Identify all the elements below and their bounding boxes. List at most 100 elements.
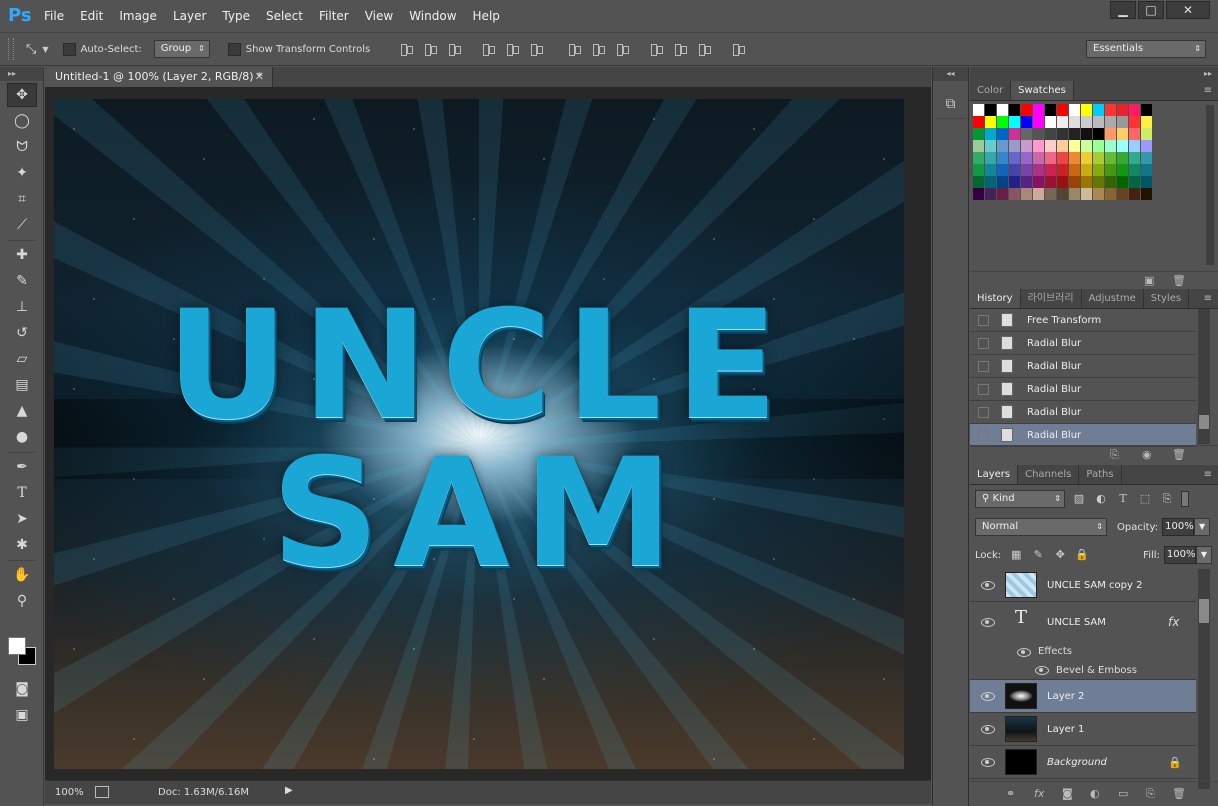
color-swatch[interactable] (1057, 152, 1069, 164)
history-brush-tool-icon[interactable]: ↺ (7, 321, 37, 345)
color-swatch[interactable] (1129, 164, 1141, 176)
workspace-dropdown[interactable]: Essentials ⇕ (1086, 40, 1206, 58)
color-swatch[interactable] (997, 188, 1009, 200)
menu-image[interactable]: Image (111, 0, 165, 32)
link-layers-icon[interactable]: ⚭ (1006, 787, 1015, 800)
blend-mode-dropdown[interactable]: Normal ⇕ (975, 518, 1107, 536)
color-swatch[interactable] (1045, 152, 1057, 164)
color-swatch[interactable] (1093, 128, 1105, 140)
color-swatch[interactable] (1069, 116, 1081, 128)
new-layer-icon[interactable]: ⎘ (1146, 787, 1155, 801)
new-document-from-state-icon[interactable]: ⎘ (1110, 448, 1119, 462)
color-swatch[interactable] (1093, 140, 1105, 152)
swatches-scrollbar[interactable] (1206, 105, 1214, 265)
color-swatch[interactable] (1141, 140, 1153, 152)
tab-paths[interactable]: Paths (1079, 465, 1122, 484)
history-item[interactable]: Radial Blur (970, 401, 1196, 424)
history-item-selected[interactable]: Radial Blur (970, 424, 1196, 447)
move-tool-icon[interactable]: ✥ (7, 83, 37, 107)
color-swatch[interactable] (1009, 188, 1021, 200)
history-item[interactable]: Radial Blur (970, 378, 1196, 401)
layers-scroll-thumb[interactable] (1199, 599, 1209, 623)
panel-menu-icon[interactable]: ≡ (1204, 81, 1212, 101)
color-swatch[interactable] (997, 140, 1009, 152)
tab-libraries[interactable]: 라이브러리 (1021, 289, 1082, 308)
color-swatch[interactable] (1093, 152, 1105, 164)
color-swatch[interactable] (1045, 104, 1057, 116)
canvas[interactable]: UNCLE SAM (54, 99, 904, 769)
color-swatch[interactable] (1021, 176, 1033, 188)
align-vcenter-icon[interactable] (422, 42, 438, 56)
menu-select[interactable]: Select (258, 0, 311, 32)
color-swatch[interactable] (1117, 188, 1129, 200)
color-swatch[interactable] (1105, 104, 1117, 116)
new-adjustment-layer-icon[interactable]: ◐ (1090, 787, 1100, 800)
color-swatch[interactable] (973, 152, 985, 164)
color-swatch[interactable] (1069, 128, 1081, 140)
auto-select-dropdown[interactable]: Group ⇕ (153, 40, 210, 58)
tab-swatches[interactable]: Swatches (1011, 81, 1074, 100)
color-swatch[interactable] (1033, 128, 1045, 140)
color-swatch[interactable] (1105, 188, 1117, 200)
move-tool-icon[interactable]: ⤡ (26, 42, 36, 57)
color-swatch[interactable] (1069, 176, 1081, 188)
color-swatch[interactable] (1117, 116, 1129, 128)
effect-visibility-eye-icon[interactable] (1034, 665, 1050, 675)
color-swatch[interactable] (1129, 188, 1141, 200)
color-swatch[interactable] (1021, 152, 1033, 164)
color-swatch[interactable] (1057, 128, 1069, 140)
color-swatch[interactable] (1117, 176, 1129, 188)
color-swatch[interactable] (997, 128, 1009, 140)
color-swatch[interactable] (1057, 176, 1069, 188)
effect-row[interactable]: Bevel & Emboss (970, 661, 1196, 680)
color-swatch[interactable] (1105, 128, 1117, 140)
color-swatch[interactable] (1057, 188, 1069, 200)
color-swatch[interactable] (985, 152, 997, 164)
color-swatch[interactable] (1105, 164, 1117, 176)
zoom-tool-icon[interactable]: ⚲ (7, 589, 37, 613)
history-snapshot-checkbox[interactable] (978, 383, 989, 395)
color-swatch[interactable] (1117, 128, 1129, 140)
menu-type[interactable]: Type (214, 0, 258, 32)
distribute-bottom-icon[interactable] (614, 42, 630, 56)
color-swatch[interactable] (1117, 140, 1129, 152)
menu-layer[interactable]: Layer (165, 0, 214, 32)
align-top-icon[interactable] (398, 42, 414, 56)
color-swatch[interactable] (997, 116, 1009, 128)
delete-state-icon[interactable]: 🗑 (1172, 448, 1186, 461)
color-swatch[interactable] (1093, 188, 1105, 200)
color-swatch[interactable] (1045, 140, 1057, 152)
distribute-left-icon[interactable] (648, 42, 664, 56)
distribute-top-icon[interactable] (566, 42, 582, 56)
delete-swatch-icon[interactable]: 🗑 (1172, 274, 1186, 287)
auto-align-icon[interactable] (730, 42, 746, 56)
custom-shape-tool-icon[interactable]: ✱ (7, 533, 37, 557)
distribute-vcenter-icon[interactable] (590, 42, 606, 56)
color-swatch[interactable] (1129, 104, 1141, 116)
brush-tool-icon[interactable]: ✎ (7, 269, 37, 293)
clone-stamp-tool-icon[interactable]: ⊥ (7, 295, 37, 319)
dodge-tool-icon[interactable]: ● (7, 425, 37, 449)
history-item[interactable]: Free Transform (970, 309, 1196, 332)
menu-edit[interactable]: Edit (72, 0, 111, 32)
history-scroll-thumb[interactable] (1199, 415, 1209, 429)
color-swatch[interactable] (1021, 128, 1033, 140)
zoom-level[interactable]: 100% (55, 787, 84, 798)
tab-styles[interactable]: Styles (1144, 289, 1190, 308)
menu-filter[interactable]: Filter (311, 0, 357, 32)
effects-row[interactable]: Effects (970, 642, 1196, 661)
tools-collapse-icon[interactable]: ▸▸ (0, 67, 43, 81)
color-swatch[interactable] (1081, 188, 1093, 200)
color-swatch[interactable] (1045, 164, 1057, 176)
color-swatch[interactable] (1045, 188, 1057, 200)
color-swatch[interactable] (1129, 176, 1141, 188)
color-swatch[interactable] (1141, 176, 1153, 188)
visibility-eye-icon[interactable] (980, 617, 996, 627)
color-swatch[interactable] (1093, 176, 1105, 188)
tab-color[interactable]: Color (970, 81, 1012, 100)
history-scrollbar[interactable] (1198, 309, 1210, 444)
maximize-button[interactable]: □ (1138, 1, 1164, 19)
color-swatch[interactable] (1045, 128, 1057, 140)
color-swatch[interactable] (1009, 176, 1021, 188)
color-swatch[interactable] (973, 116, 985, 128)
